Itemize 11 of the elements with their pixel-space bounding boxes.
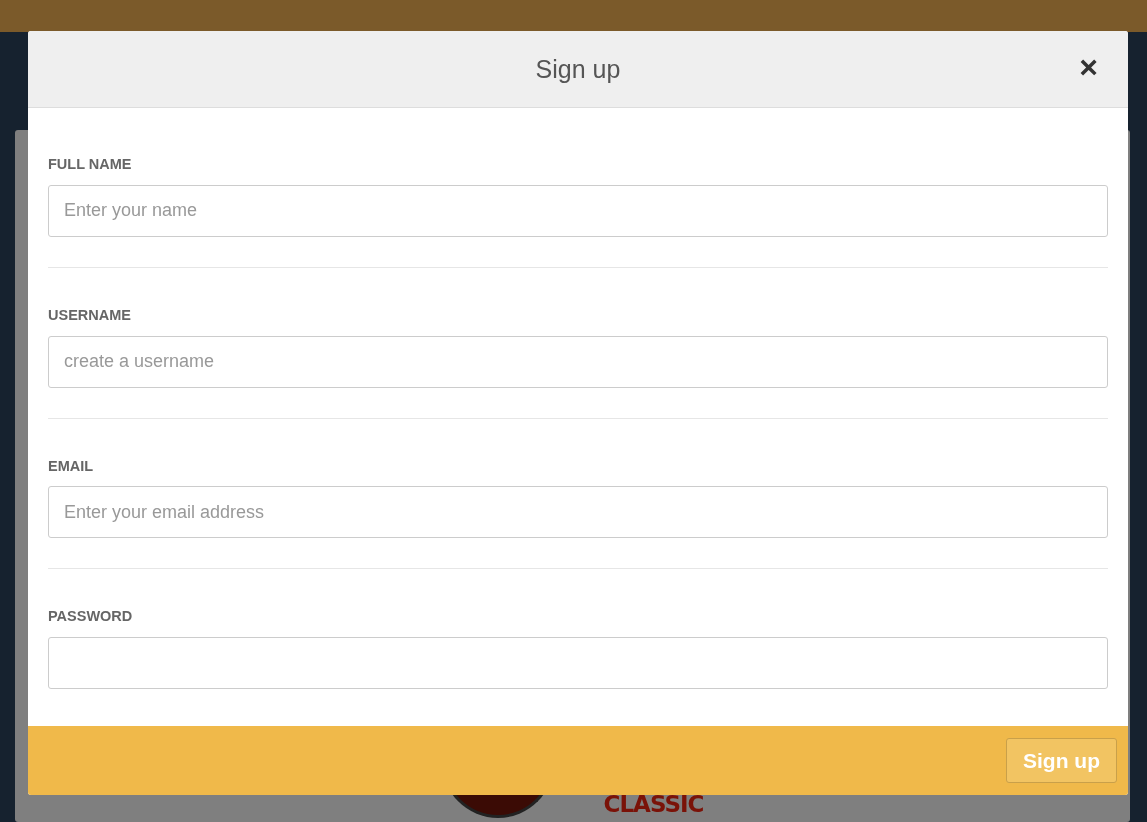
- modal-title: Sign up: [535, 54, 621, 84]
- input-field[interactable]: Enter your name: [48, 184, 1108, 237]
- input-field[interactable]: Enter your email address: [48, 486, 1108, 539]
- field-label: EMAIL: [48, 456, 95, 476]
- logo-text: CLASSIC: [603, 792, 704, 816]
- field-label: USERNAME: [48, 305, 132, 325]
- input-field[interactable]: create a username: [48, 335, 1108, 388]
- field-label: PASSWORD: [48, 607, 134, 627]
- input-field[interactable]: [48, 637, 1108, 689]
- close-button[interactable]: ×: [1075, 51, 1102, 83]
- field-label: FULL NAME: [48, 155, 133, 174]
